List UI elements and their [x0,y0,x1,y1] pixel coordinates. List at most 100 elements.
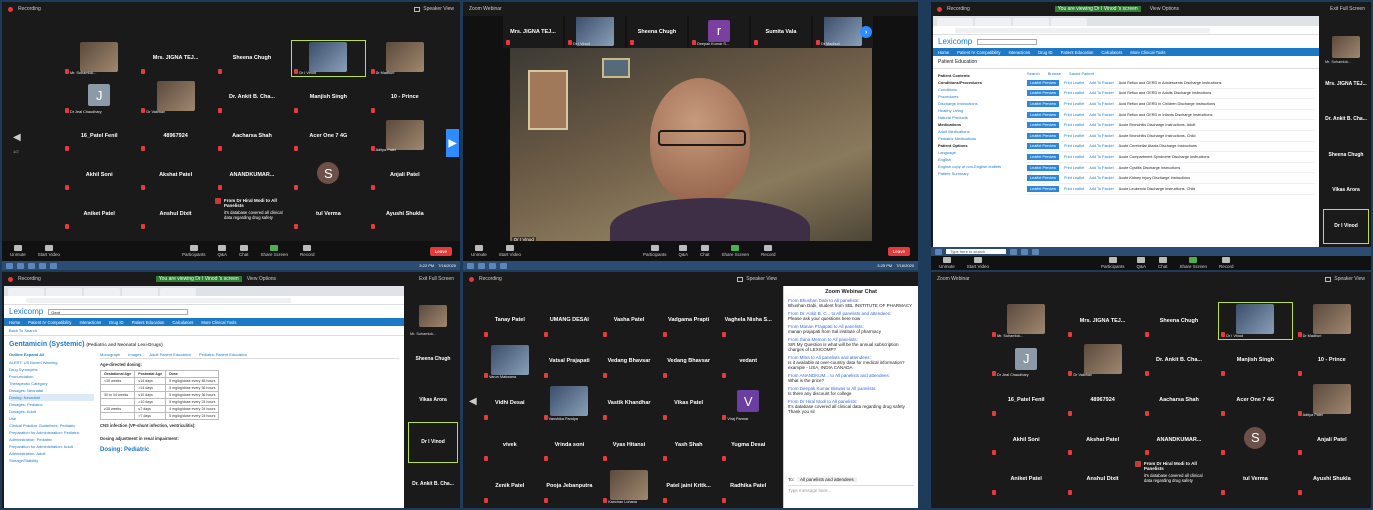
app-icon[interactable] [1021,248,1028,255]
participant-tile[interactable]: Mrs. JIGNA TEJ... [503,16,563,48]
participant-tile[interactable]: 16_Patel Fenil [62,117,137,155]
pe-nav-item[interactable]: Pediatric Medications [938,135,1018,142]
leaflet-preview-button[interactable]: Leaflet Preview [1027,185,1059,192]
nav-item[interactable]: Drug ID [109,320,123,325]
pe-tab[interactable]: Search [1027,71,1040,76]
qa-button[interactable]: Q&A [1136,257,1146,269]
participant-tile[interactable]: Akshat Patel [138,156,213,194]
chat-button[interactable]: Chat [239,245,249,257]
speaker-view-toggle[interactable]: Speaker View [737,276,777,282]
participant-tile[interactable]: Aditya Patel [367,117,442,155]
app-icon[interactable] [500,262,507,269]
exit-fullscreen-button[interactable]: Exit Full Screen [1330,6,1365,12]
share-screen-button[interactable]: Share Screen [1180,257,1207,269]
pe-tab[interactable]: Saved Patient [1069,71,1094,76]
leaflet-preview-button[interactable]: Leaflet Preview [1027,90,1059,97]
participant-tile[interactable]: Manjish Singh [291,78,366,116]
view-options[interactable]: View Options [1150,6,1179,12]
participant-tile[interactable]: Sheena Chugh [627,16,687,48]
participant-tile[interactable]: Akshat Patel [1065,420,1140,459]
participant-tile[interactable]: Dr. Ankit B. Cha... [214,78,290,116]
outline-item[interactable]: Pronunciation [9,373,94,380]
browser-tab[interactable] [1013,18,1049,26]
nav-item[interactable]: Patient Education [1061,50,1094,55]
participant-tile[interactable]: Anshul Dixit [1065,460,1140,498]
participant-tile[interactable]: S [291,156,366,194]
side-participant-tile[interactable]: Sheena Chugh [1323,137,1369,172]
participant-tile[interactable]: 48967924 [1065,381,1140,419]
monograph-tab[interactable]: Adult Patient Education [149,352,191,357]
chat-toast[interactable]: From Dr Hiral Modi to All Panelists it's… [211,195,289,235]
monograph-tab[interactable]: Monograph [100,352,120,357]
participant-tile[interactable]: Vyas Hitansi [600,424,658,465]
nav-item[interactable]: Home [938,50,949,55]
nav-item[interactable]: More Clinical Tools [201,320,236,325]
participant-tile[interactable]: Ayushi Shukla [367,195,442,232]
print-leaflet-link[interactable]: Print Leaflet [1064,134,1084,138]
add-to-packet-link[interactable]: Add To Packet [1089,123,1113,127]
participant-tile[interactable]: Sumita Vala [751,16,811,48]
outline-item[interactable]: Storage/Stability [9,457,94,464]
add-to-packet-link[interactable]: Add To Packet [1089,187,1113,191]
app-icon[interactable] [50,262,57,269]
participant-tile[interactable]: Anjali Patel [367,156,442,194]
pe-nav-item[interactable]: Medications [938,121,1018,128]
participant-tile[interactable]: Mrs. JIGNA TEJ... [1065,302,1140,340]
add-to-packet-link[interactable]: Add To Packet [1089,144,1113,148]
outline-item[interactable]: Dosing: Neonatal [9,394,94,401]
participant-tile[interactable]: Tanay Patel [481,300,539,340]
nav-item[interactable]: Calculators [172,320,193,325]
address-bar[interactable] [933,26,1319,35]
participant-tile[interactable]: Aniket Patel [62,195,137,232]
participant-tile[interactable]: Dr Madhuri [1294,302,1369,340]
nav-item[interactable]: Calculators [1101,50,1122,55]
record-button[interactable]: Record [1219,257,1234,269]
leaflet-preview-button[interactable]: Leaflet Preview [1027,143,1059,150]
qa-button[interactable]: Q&A [678,245,688,257]
pe-nav-item[interactable]: Discharge Instructions [938,100,1018,107]
leaflet-preview-button[interactable]: Leaflet Preview [1027,164,1059,171]
participant-tile[interactable]: Acer One 7 4G [1218,381,1293,419]
unmute-button[interactable]: Unmute [10,245,26,257]
participant-tile[interactable]: Vanshika Pandya [540,383,599,423]
leave-button[interactable]: Leave [429,246,452,256]
participant-tile[interactable]: Anshul Dixit [138,195,213,232]
outline-item[interactable]: Drug Synonyms [9,366,94,373]
browser-tab[interactable] [160,288,196,296]
participant-tile[interactable]: ANANDKUMAR... [214,156,290,194]
participant-tile[interactable]: Mr. Sohamlok... [62,40,137,77]
monograph-tab[interactable]: Pediatric Patient Education [199,352,247,357]
participant-tile[interactable]: Anjali Patel [1294,420,1369,459]
participants-button[interactable]: Participants [182,245,205,257]
add-to-packet-link[interactable]: Add To Packet [1089,176,1113,180]
chat-button[interactable]: Chat [1158,257,1168,269]
participant-tile[interactable]: Vidhi Desai [481,383,539,423]
participant-tile[interactable]: Aacharsa Shah [214,117,290,155]
participant-tile[interactable]: S [1218,420,1293,459]
participant-tile[interactable]: Vrinda soni [540,424,599,465]
prev-page-arrow[interactable]: ◀ [469,396,477,407]
participant-tile[interactable]: Vatsal Prajapati [540,341,599,382]
browser-tab[interactable] [975,18,1011,26]
participant-tile[interactable]: Aditya Patel [1294,381,1369,419]
unmute-button[interactable]: Unmute [939,257,955,269]
unmute-button[interactable]: Unmute [471,245,487,257]
participant-tile[interactable]: 10 - Prince [1294,341,1369,380]
print-leaflet-link[interactable]: Print Leaflet [1064,102,1084,106]
side-participant-tile[interactable]: Mr. Sohamlok... [1323,32,1369,66]
next-strip-arrow[interactable]: › [860,26,872,38]
side-participant-tile[interactable]: Dr. Ankit B. Cha... [1323,102,1369,136]
side-participant-tile[interactable]: Vikas Arora [408,380,458,420]
participant-tile[interactable]: Manjish Singh [1218,341,1293,380]
search-input[interactable] [977,38,1038,45]
leaflet-preview-button[interactable]: Leaflet Preview [1027,132,1059,139]
share-screen-button[interactable]: Share Screen [261,245,288,257]
app-icon[interactable] [17,262,24,269]
leaflet-preview-button[interactable]: Leaflet Preview [1027,100,1059,107]
participant-tile[interactable]: Varun Makwana [481,341,539,382]
participant-tile[interactable]: Mrs. JIGNA TEJ... [138,40,213,77]
start-icon[interactable] [935,248,942,255]
browser-tab[interactable] [8,288,44,296]
chat-messages[interactable]: From Bhushan Dabi to All panelists: Bhush… [788,298,914,474]
view-options[interactable]: View Options [247,276,276,282]
